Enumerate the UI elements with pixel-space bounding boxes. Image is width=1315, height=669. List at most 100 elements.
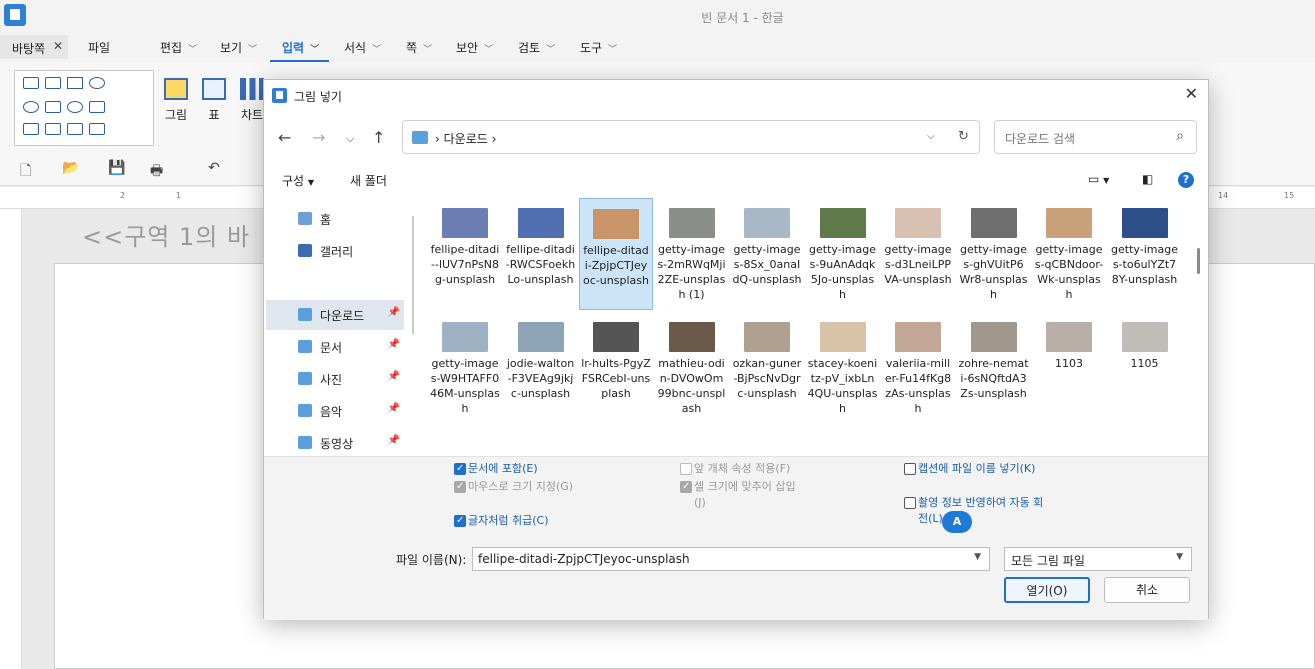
file-item[interactable]: getty-images-2mRWqMji2ZE-unsplash (1) <box>655 198 729 310</box>
menu-page[interactable]: 쪽 ﹀ <box>406 39 432 56</box>
sidebar-item-home[interactable]: 홈 <box>266 204 404 234</box>
cancel-button[interactable]: 취소 <box>1104 577 1190 603</box>
file-item[interactable]: mathieu-odin-DVOwOm99bnc-unsplash <box>655 312 729 424</box>
connector-shape-icon[interactable] <box>45 123 61 135</box>
checkbox[interactable] <box>454 461 466 477</box>
menu-tools[interactable]: 도구 ﹀ <box>580 39 617 56</box>
rectangle-shape-icon[interactable] <box>45 77 61 89</box>
menu-edit[interactable]: 편집 ﹀ <box>160 39 197 56</box>
caption-filename-checkbox[interactable]: 캡션에 파일 이름 넣기(K) <box>904 461 1050 477</box>
organize-button[interactable]: 구성 ▼ <box>282 172 314 189</box>
file-item[interactable]: valeriia-miller-Fu14fKg8zAs-unsplash <box>881 312 955 424</box>
file-item[interactable]: getty-images-8Sx_0anaIdQ-unsplash <box>730 198 804 310</box>
filename-input[interactable]: fellipe-ditadi-ZpjpCTJeyoc-unsplash ▼ <box>472 547 990 571</box>
forward-arrow-icon[interactable]: → <box>312 128 325 147</box>
checkbox[interactable] <box>454 479 466 495</box>
menu-view[interactable]: 보기 ﹀ <box>220 39 257 56</box>
curved-connector-icon[interactable] <box>89 123 105 135</box>
checkbox[interactable] <box>904 497 916 509</box>
file-item[interactable]: fellipe-ditadi-ZpjpCTJeyoc-unsplash <box>579 198 653 310</box>
menu-file[interactable]: 파일 <box>88 39 110 56</box>
file-item[interactable]: 1105 <box>1108 312 1182 424</box>
close-icon[interactable]: ✕ <box>1185 84 1198 103</box>
save-icon[interactable]: 💾 <box>108 160 125 176</box>
textbox-shape-icon[interactable] <box>23 77 39 89</box>
file-item[interactable]: stacey-koenitz-pV_ixbLn4QU-unsplash <box>806 312 880 424</box>
arrow-shape-icon[interactable] <box>23 123 39 135</box>
checkbox[interactable] <box>454 513 466 529</box>
refresh-icon[interactable]: ↻ <box>958 129 969 144</box>
curve-shape-icon[interactable] <box>67 101 83 113</box>
polygon-shape-icon[interactable] <box>45 101 61 113</box>
elbow-connector-icon[interactable] <box>67 123 83 135</box>
file-item[interactable]: getty-images-9uAnAdqk5Jo-unsplash <box>806 198 880 310</box>
mouse-size-checkbox[interactable]: 마우스로 크기 지정(G) <box>454 479 588 495</box>
fit-to-cell-checkbox[interactable]: 셀 크기에 맞추어 삽입(J) <box>680 479 806 511</box>
file-item[interactable]: getty-images-W9HTAFF046M-unsplash <box>428 312 502 424</box>
checkbox[interactable] <box>680 479 692 495</box>
freeform-shape-icon[interactable] <box>89 101 105 113</box>
scrollbar-thumb[interactable] <box>1197 248 1200 274</box>
file-item[interactable]: getty-images-ghVUitP6Wr8-unsplash <box>957 198 1031 310</box>
file-item[interactable]: fellipe-ditadi--lUV7nPsN8g-unsplash <box>428 198 502 310</box>
view-options-icon[interactable]: ▭ ▼ <box>1088 172 1109 186</box>
file-item[interactable]: fellipe-ditadi-RWCSFoekhLo-unsplash <box>504 198 578 310</box>
sidebar-item-videos[interactable]: 동영상 📌 <box>266 428 404 458</box>
breadcrumb[interactable]: › 다운로드 › <box>435 130 496 147</box>
folder-icon <box>412 131 428 144</box>
open-folder-icon[interactable]: 📂 <box>62 160 79 176</box>
file-item[interactable]: getty-images-to6ulYZt78Y-unsplash <box>1108 198 1182 310</box>
sidebar-item-pictures[interactable]: 사진 📌 <box>266 364 404 394</box>
file-name-label: getty-images-d3LneiLPPVA-unsplash <box>884 243 952 286</box>
filetype-select[interactable]: 모든 그림 파일 ▼ <box>1004 547 1192 571</box>
help-icon[interactable]: ? <box>1178 172 1194 188</box>
address-bar[interactable]: › 다운로드 › ⌵ ↻ <box>402 120 980 154</box>
breadcrumb-downloads[interactable]: 다운로드 <box>444 132 488 146</box>
include-in-document-checkbox[interactable]: 문서에 포함(E) <box>454 461 538 477</box>
file-item[interactable]: zohre-nemati-6sNQftdA3Zs-unsplash <box>957 312 1031 424</box>
pane-splitter[interactable] <box>412 216 414 334</box>
chevron-down-icon[interactable]: ▼ <box>974 552 981 562</box>
file-item[interactable]: getty-images-d3LneiLPPVA-unsplash <box>881 198 955 310</box>
square-shape-icon[interactable] <box>67 77 83 89</box>
chevron-down-icon[interactable]: ▼ <box>1176 552 1183 562</box>
image-thumbnail <box>819 208 866 238</box>
sidebar-item-music[interactable]: 음악 📌 <box>266 396 404 426</box>
apply-previous-props-checkbox[interactable]: 앞 개체 속성 적용(F) <box>680 461 790 477</box>
insert-table-button[interactable]: 표 <box>194 78 234 123</box>
insert-picture-button[interactable]: 그림 <box>156 78 196 123</box>
sidebar-item-downloads[interactable]: 다운로드 📌 <box>266 300 404 330</box>
search-input[interactable]: 다운로드 검색 ⌕ <box>994 120 1197 154</box>
file-item[interactable]: jodie-walton-F3VEAg9jkjc-unsplash <box>504 312 578 424</box>
back-arrow-icon[interactable]: ← <box>278 128 291 147</box>
chevron-down-icon[interactable]: ⌵ <box>927 131 935 142</box>
image-thumbnail <box>1121 322 1168 352</box>
menu-format[interactable]: 서식 ﹀ <box>344 39 381 56</box>
open-button[interactable]: 열기(O) <box>1004 577 1090 603</box>
new-folder-button[interactable]: 새 폴더 <box>350 172 387 189</box>
navigation-pane: 홈 갤러리 다운로드 📌 문서 📌 사진 📌 음악 📌 동영상 📌 <box>264 198 414 456</box>
checkbox[interactable] <box>904 463 916 475</box>
file-item[interactable]: lr-hults-PgyZFSRCebI-unsplash <box>579 312 653 424</box>
chevron-down-icon[interactable]: ⌵ <box>346 132 354 146</box>
menu-security[interactable]: 보안 ﹀ <box>456 39 493 56</box>
auto-rotate-checkbox[interactable]: 촬영 정보 반영하여 자동 회전(L) <box>904 495 1050 527</box>
file-item[interactable]: 1103 <box>1032 312 1106 424</box>
menu-insert[interactable]: 입력 ﹀ <box>269 39 330 63</box>
treat-as-char-checkbox[interactable]: 글자처럼 취급(C) <box>454 513 548 529</box>
file-item[interactable]: ozkan-guner-BjPscNvDgrc-unsplash <box>730 312 804 424</box>
checkbox[interactable] <box>680 463 692 475</box>
print-icon[interactable]: 🖶 <box>150 160 163 184</box>
ellipse-shape-icon[interactable] <box>89 77 105 89</box>
file-item[interactable]: getty-images-qCBNdoor-Wk-unsplash <box>1032 198 1106 310</box>
sidebar-item-documents[interactable]: 문서 📌 <box>266 332 404 362</box>
preview-pane-icon[interactable]: ◧ <box>1142 172 1153 186</box>
shape-gallery[interactable] <box>14 70 154 146</box>
sidebar-item-gallery[interactable]: 갤러리 <box>266 236 404 266</box>
menu-review[interactable]: 검토 ﹀ <box>518 39 555 56</box>
arc-shape-icon[interactable] <box>23 101 39 113</box>
new-document-icon[interactable]: 🗋 <box>20 160 31 184</box>
undo-icon[interactable]: ↶ <box>208 160 220 176</box>
pin-icon: 📌 <box>387 435 400 446</box>
up-arrow-icon[interactable]: ↑ <box>372 128 385 147</box>
